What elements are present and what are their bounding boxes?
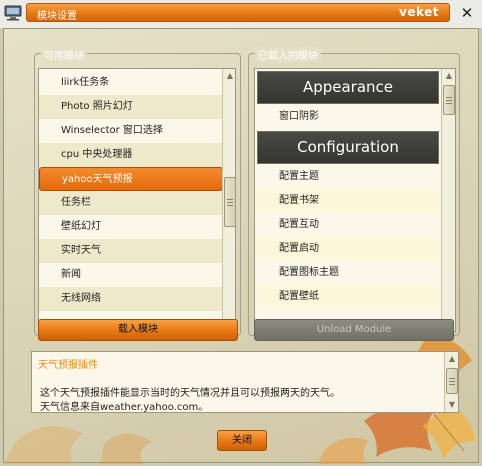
dialog-body: 可用模块 liirk任务条 Photo 照片幻灯 Winselector 窗口选… [3, 28, 479, 464]
loaded-modules-group: 已载入的模块 Appearance 窗口阴影 Configuration 配置主… [248, 47, 460, 336]
title-pill: 模块设置 veket [26, 3, 450, 22]
down-arrow-icon[interactable]: ▼ [446, 399, 458, 411]
list-item[interactable]: cpu 中央处理器 [39, 143, 223, 167]
list-item[interactable]: 配置互动 [257, 213, 439, 237]
available-modules-group: 可用模块 liirk任务条 Photo 照片幻灯 Winselector 窗口选… [34, 47, 241, 336]
list-item[interactable]: Winselector 窗口选择 [39, 119, 223, 143]
description-line-2: 天气信息来自weather.yahoo.com。 [40, 402, 209, 413]
list-item-selected[interactable]: yahoo天气预报 [39, 167, 223, 191]
list-item[interactable]: 配置壁纸 [257, 285, 439, 309]
description-scrollbar[interactable]: ▲ ▼ [444, 352, 458, 412]
list-item[interactable]: 壁纸幻灯 [39, 215, 223, 239]
description-title: 天气预报插件 [38, 360, 98, 371]
scrollbar-thumb[interactable] [224, 177, 235, 227]
up-arrow-icon[interactable]: ▲ [446, 353, 458, 365]
close-button[interactable]: 关闭 [217, 430, 267, 451]
available-scrollbar[interactable]: ▲ ▼ [222, 69, 235, 331]
loaded-modules-list[interactable]: Appearance 窗口阴影 Configuration 配置主题 配置书架 … [254, 68, 456, 332]
loaded-scrollbar[interactable]: ▲ ▼ [441, 69, 455, 331]
list-item[interactable]: 无线网络 [39, 287, 223, 311]
list-item[interactable]: 任务栏 [39, 191, 223, 215]
list-item[interactable]: 配置书架 [257, 189, 439, 213]
window-title: 模块设置 [37, 11, 77, 22]
module-settings-window: 模块设置 veket ✕ 可用模块 liirk任务条 Photo 照片幻灯 Wi… [0, 0, 482, 466]
list-item[interactable]: 窗口阴影 [257, 105, 439, 129]
list-item[interactable]: 配置启动 [257, 237, 439, 261]
list-item[interactable]: liirk任务条 [39, 71, 223, 95]
list-item[interactable]: 配置主题 [257, 165, 439, 189]
scrollbar-thumb[interactable] [443, 85, 455, 115]
computer-monitor-icon [4, 5, 22, 21]
available-modules-list[interactable]: liirk任务条 Photo 照片幻灯 Winselector 窗口选择 cpu… [38, 68, 236, 332]
section-header-configuration: Configuration [257, 131, 439, 164]
description-line-1: 这个天气预报插件能显示当时的天气情况并且可以预报两天的天气。 [40, 388, 340, 399]
up-arrow-icon[interactable]: ▲ [443, 70, 455, 82]
list-item[interactable]: 配置图标主题 [257, 261, 439, 285]
module-description-box: 天气预报插件 这个天气预报插件能显示当时的天气情况并且可以预报两天的天气。 天气… [31, 351, 459, 413]
list-item[interactable]: Photo 照片幻灯 [39, 95, 223, 119]
list-item[interactable]: 实时天气 [39, 239, 223, 263]
load-module-button[interactable]: 载入模块 [38, 319, 238, 341]
up-arrow-icon[interactable]: ▲ [224, 70, 235, 82]
unload-module-button[interactable]: Unload Module [254, 319, 454, 341]
title-bar: 模块设置 veket ✕ [0, 0, 482, 28]
section-header-appearance: Appearance [257, 71, 439, 104]
available-modules-label: 可用模块 [41, 47, 87, 62]
scrollbar-thumb[interactable] [446, 368, 458, 394]
close-icon[interactable]: ✕ [458, 4, 476, 22]
brand-label: veket [399, 5, 439, 19]
loaded-modules-label: 已载入的模块 [255, 47, 321, 62]
list-item[interactable]: 新闻 [39, 263, 223, 287]
